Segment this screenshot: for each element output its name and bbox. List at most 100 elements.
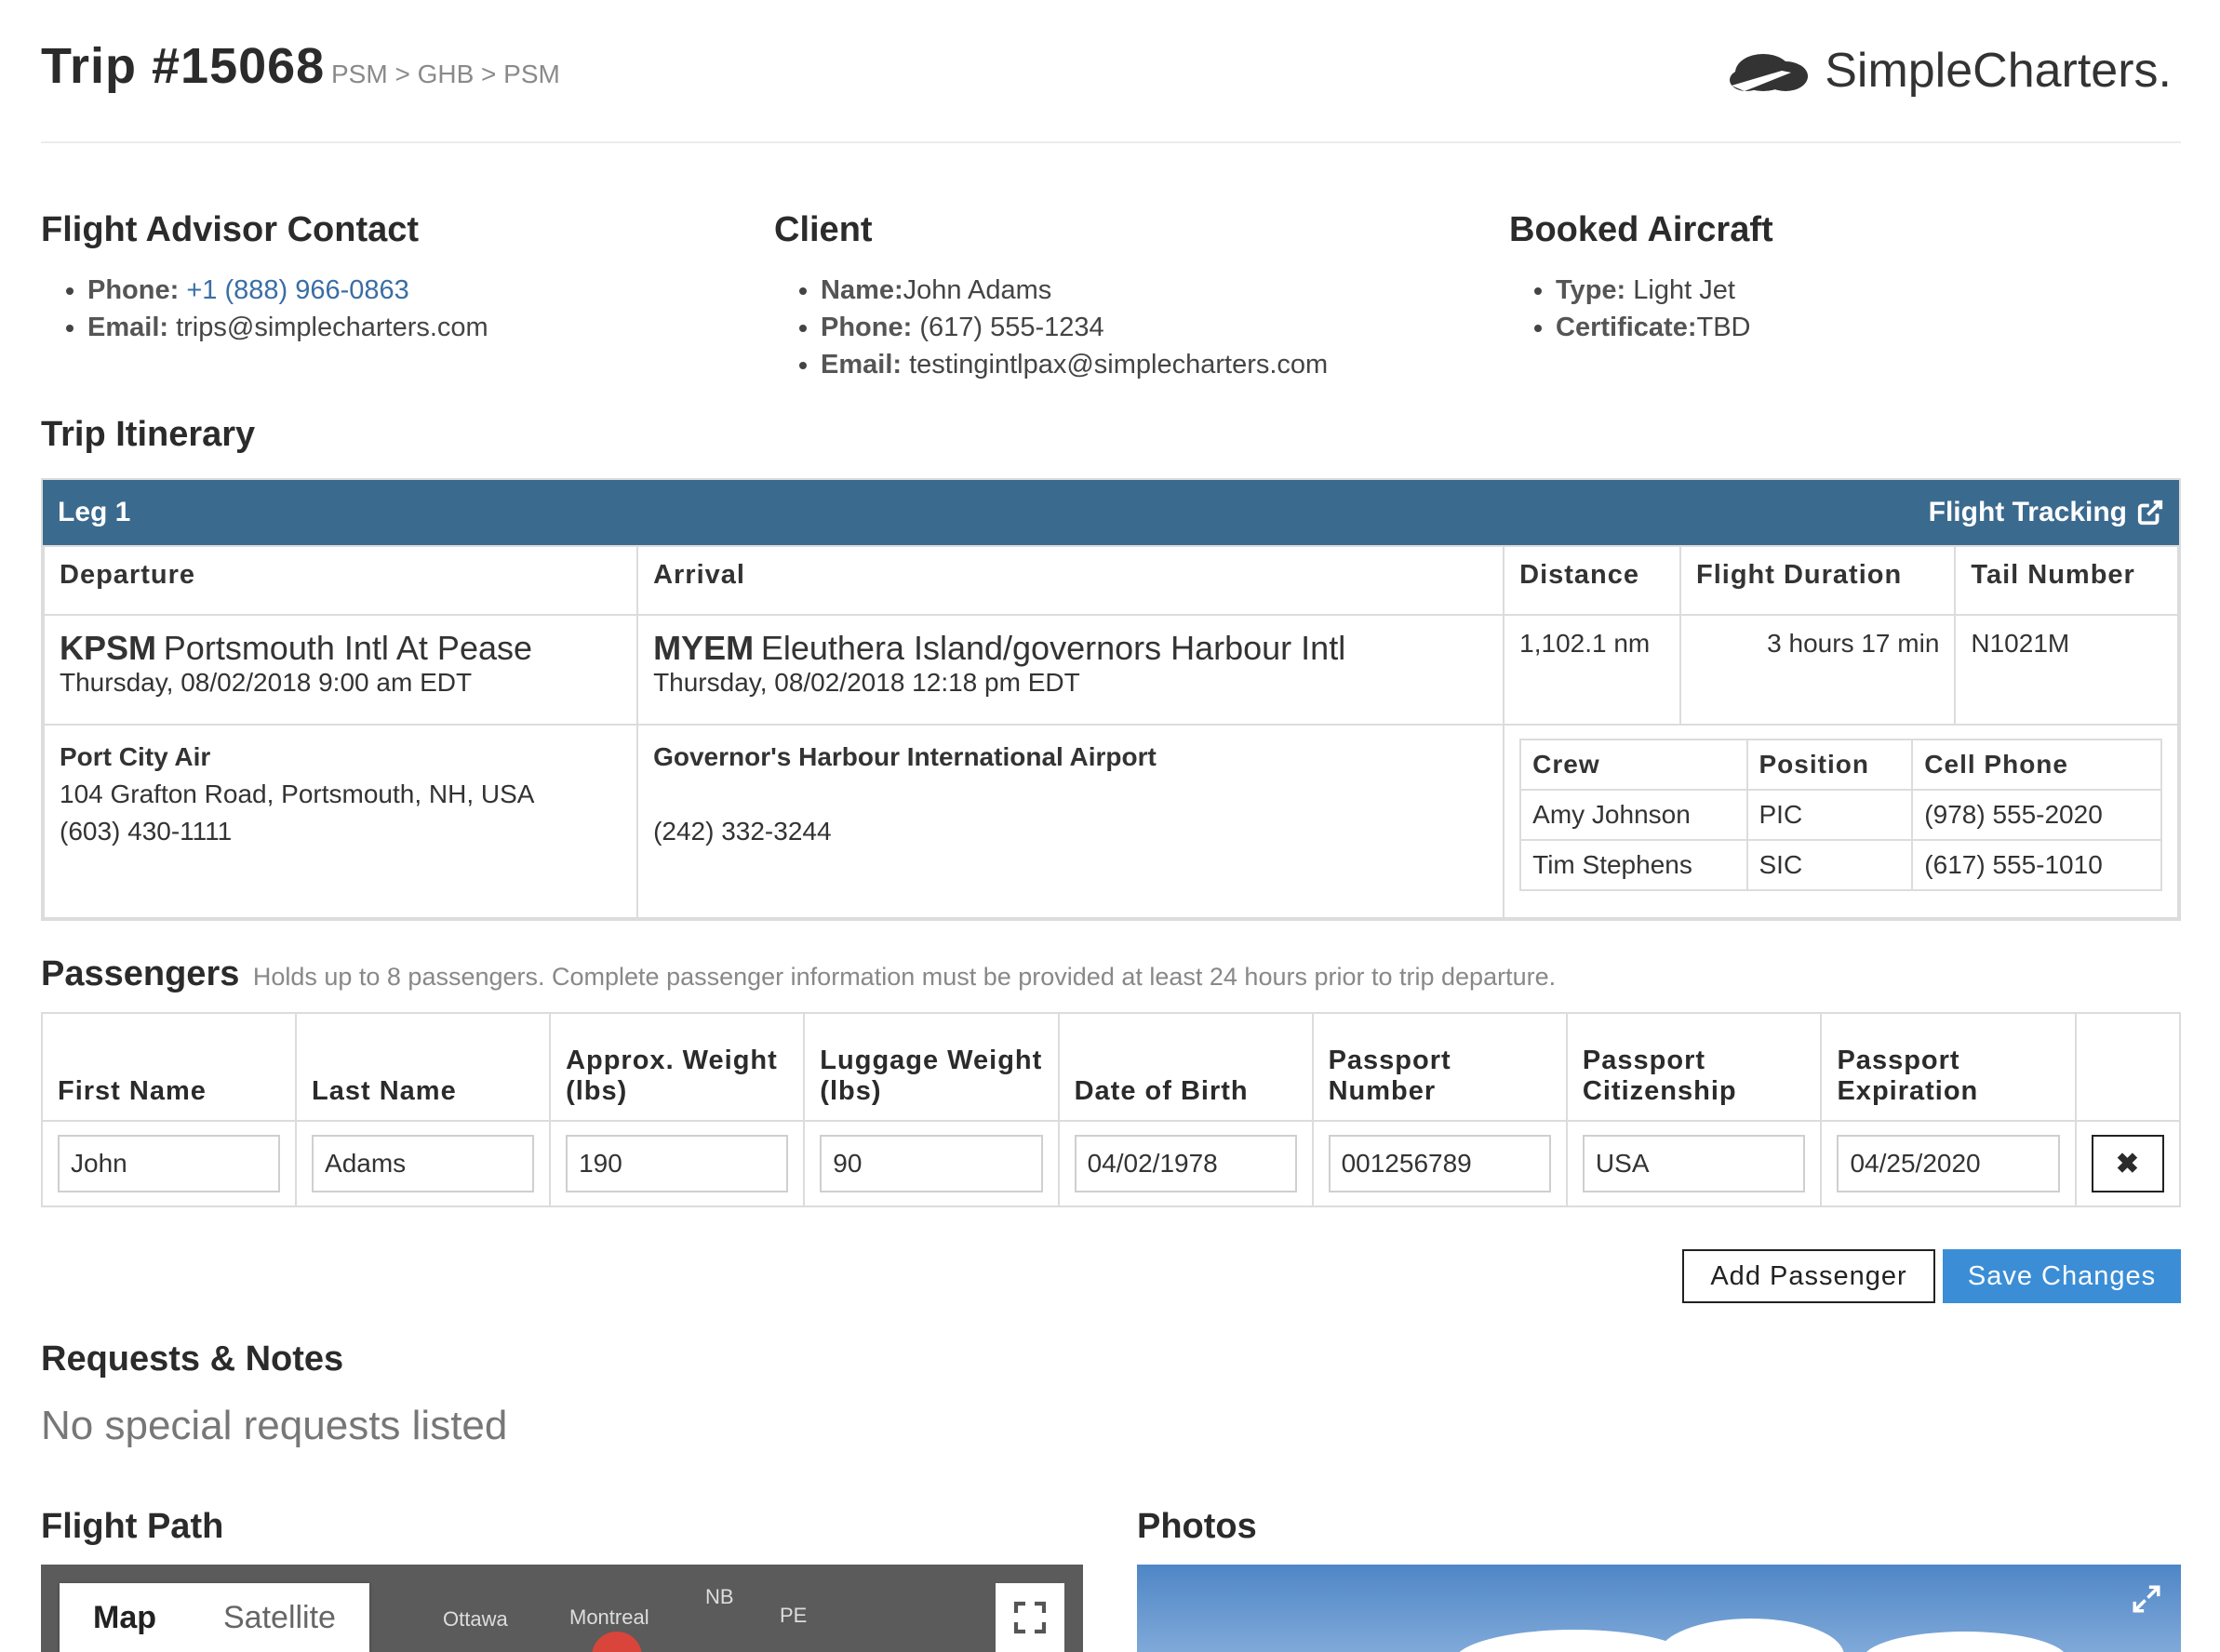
cell-citizenship — [1565, 1120, 1823, 1207]
luggage-input[interactable] — [820, 1135, 1043, 1192]
advisor-phone-link[interactable]: +1 (888) 966-0863 — [186, 275, 408, 305]
pax-col-first-name: First Name — [40, 1012, 298, 1122]
passengers-header: Passengers Holds up to 8 passengers. Com… — [41, 954, 1556, 994]
pax-col-expiration: Passport Expiration — [1820, 1012, 2077, 1122]
client-name: Name:John Adams — [821, 272, 1328, 309]
advisor-email-value: trips@simplecharters.com — [176, 313, 488, 342]
pax-col-dob: Date of Birth — [1057, 1012, 1314, 1122]
passengers-heading: Passengers — [41, 954, 240, 993]
pax-col-citizenship: Passport Citizenship — [1565, 1012, 1823, 1122]
external-link-icon — [2137, 500, 2163, 526]
crew-name: Tim Stephens — [1519, 839, 1748, 891]
crew-col-position: Position — [1745, 739, 1914, 791]
citizenship-input[interactable] — [1582, 1135, 1806, 1192]
map-label-pe: PE — [780, 1604, 808, 1627]
client-heading: Client — [774, 210, 873, 249]
col-distance: Distance — [1503, 545, 1682, 616]
cloud-shape — [1863, 1632, 2067, 1652]
client-name-value: John Adams — [903, 275, 1052, 305]
flight-path-map[interactable]: Ottawa Montreal NB PE Map Satellite — [41, 1565, 1083, 1652]
crew-row: Amy Johnson PIC (978) 555-2020 — [1519, 789, 2162, 841]
map-tab-satellite[interactable]: Satellite — [190, 1583, 369, 1652]
departure-code: KPSM — [60, 629, 157, 667]
arrival-cell: MYEM Eleuthera Island/governors Harbour … — [636, 614, 1505, 726]
last-name-input[interactable] — [312, 1135, 535, 1192]
map-label-nb: NB — [705, 1585, 734, 1608]
map-marker-icon[interactable] — [592, 1632, 642, 1652]
pax-col-passport-number: Passport Number — [1311, 1012, 1568, 1122]
expand-icon[interactable] — [2131, 1583, 2162, 1615]
client-phone-value: (617) 555-1234 — [919, 313, 1104, 342]
advisor-email: Email: trips@simplecharters.com — [87, 309, 488, 346]
pax-col-actions — [2074, 1012, 2182, 1122]
flight-tracking-link[interactable]: Flight Tracking — [1929, 497, 2164, 528]
requests-empty-text: No special requests listed — [41, 1403, 508, 1448]
arrival-time: Thursday, 08/02/2018 12:18 pm EDT — [653, 668, 1080, 697]
trip-photo[interactable] — [1137, 1565, 2181, 1652]
requests-heading: Requests & Notes — [41, 1339, 344, 1379]
tail-number-value: N1021M — [1954, 614, 2179, 726]
map-type-control: Map Satellite — [60, 1583, 369, 1652]
crew-phone: (978) 555-2020 — [1911, 789, 2162, 841]
pax-col-last-name: Last Name — [295, 1012, 552, 1122]
advisor-heading: Flight Advisor Contact — [41, 210, 420, 249]
pax-col-weight: Approx. Weight (lbs) — [549, 1012, 806, 1122]
cell-expiration — [1820, 1120, 2077, 1207]
passengers-note: Holds up to 8 passengers. Complete passe… — [252, 963, 1557, 991]
aircraft-heading: Booked Aircraft — [1509, 210, 1773, 249]
photos-heading: Photos — [1137, 1507, 1257, 1546]
map-tab-map[interactable]: Map — [60, 1583, 190, 1652]
flight-path-heading: Flight Path — [41, 1507, 224, 1546]
page: Trip #15068 PSM > GHB > PSM SimpleCharte… — [40, 0, 2182, 1652]
passport-number-input[interactable] — [1328, 1135, 1551, 1192]
crew-table: Crew Position Cell Phone Amy Johnson PIC… — [1519, 739, 2162, 891]
cloud-shape — [1658, 1619, 1844, 1652]
leg-details: Departure Arrival Distance Flight Durati… — [42, 545, 2179, 919]
save-changes-button[interactable]: Save Changes — [1943, 1249, 2181, 1303]
departure-airport: Portsmouth Intl At Pease — [163, 629, 533, 667]
arrival-phone: (242) 332-3244 — [653, 817, 832, 846]
first-name-input[interactable] — [58, 1135, 281, 1192]
cell-last-name — [295, 1120, 552, 1207]
fullscreen-button[interactable] — [996, 1583, 1064, 1652]
logo-text: SimpleCharters. — [1825, 44, 2172, 98]
cell-dob — [1057, 1120, 1314, 1207]
leg-title: Leg 1 — [58, 497, 131, 527]
arrival-fbo-cell: Governor's Harbour International Airport… — [636, 724, 1505, 919]
itinerary-table: Leg 1 Flight Tracking Departure Arrival … — [41, 478, 2181, 921]
leg-bar: Leg 1 Flight Tracking — [43, 480, 2179, 545]
crew-phone: (617) 555-1010 — [1911, 839, 2162, 891]
aircraft-info: Type: Light Jet Certificate:TBD — [1509, 272, 1751, 346]
client-phone: Phone: (617) 555-1234 — [821, 309, 1328, 346]
dob-input[interactable] — [1074, 1135, 1297, 1192]
remove-passenger-button[interactable]: ✖ — [2092, 1135, 2164, 1192]
aircraft-certificate: Certificate:TBD — [1556, 309, 1751, 346]
departure-address: 104 Grafton Road, Portsmouth, NH, USA — [60, 779, 535, 808]
weight-input[interactable] — [566, 1135, 789, 1192]
client-email: Email: testingintlpax@simplecharters.com — [821, 346, 1328, 383]
aircraft-cert-value: TBD — [1696, 313, 1751, 342]
simplecharters-logo[interactable]: SimpleCharters. — [1726, 43, 2172, 99]
passenger-row: ✖ — [40, 1120, 2182, 1207]
cell-first-name — [40, 1120, 298, 1207]
client-info: Name:John Adams Phone: (617) 555-1234 Em… — [774, 272, 1328, 383]
arrival-code: MYEM — [653, 629, 755, 667]
aircraft-type: Type: Light Jet — [1556, 272, 1751, 309]
crew-position: SIC — [1745, 839, 1914, 891]
departure-cell: KPSM Portsmouth Intl At Pease Thursday, … — [42, 614, 639, 726]
passengers-table: First Name Last Name Approx. Weight (lbs… — [40, 1012, 2182, 1207]
add-passenger-button[interactable]: Add Passenger — [1682, 1249, 1935, 1303]
col-arrival: Arrival — [636, 545, 1505, 616]
advisor-info: Phone: +1 (888) 966-0863 Email: trips@si… — [41, 272, 488, 346]
crew-name: Amy Johnson — [1519, 789, 1748, 841]
trip-route: PSM > GHB > PSM — [331, 60, 560, 88]
departure-fbo: Port City Air — [60, 742, 211, 771]
departure-fbo-cell: Port City Air 104 Grafton Road, Portsmou… — [42, 724, 639, 919]
cell-weight — [549, 1120, 806, 1207]
advisor-phone: Phone: +1 (888) 966-0863 — [87, 272, 488, 309]
expiration-input[interactable] — [1837, 1135, 2060, 1192]
distance-value: 1,102.1 nm — [1503, 614, 1682, 726]
page-header: Trip #15068 PSM > GHB > PSM SimpleCharte… — [41, 0, 2181, 143]
arrival-fbo: Governor's Harbour International Airport — [653, 742, 1157, 771]
col-duration: Flight Duration — [1679, 545, 1957, 616]
